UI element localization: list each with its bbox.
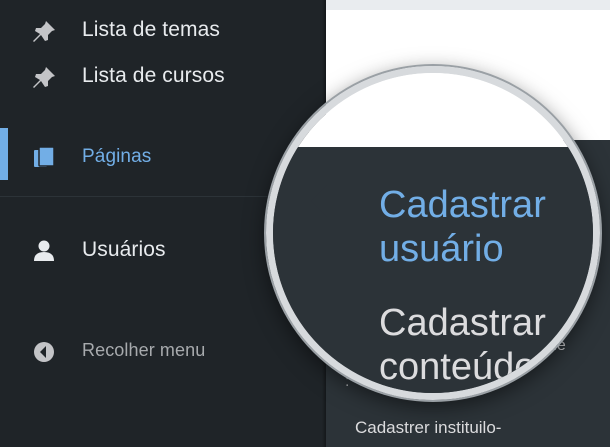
users-icon: [30, 237, 58, 265]
sidebar-item-label: Usuários: [82, 238, 166, 261]
magnified-submenu-pointer: [311, 185, 327, 217]
magnifier-lens: Cadastrar usuário Cadastrar conteúdo: [266, 66, 600, 400]
content-top-edge: [326, 0, 610, 10]
submenu-item-cadastrar-conteudo[interactable]: Cadastrar conteúdo: [379, 301, 579, 389]
sidebar-item-label: Lista de cursos: [82, 64, 225, 87]
magnified-content-area: [273, 73, 593, 147]
pin-icon: [30, 64, 58, 92]
pin-icon: [30, 18, 58, 46]
pages-icon: [30, 144, 58, 172]
collapse-icon: [30, 338, 58, 366]
submenu-item-cadastrar-usuario[interactable]: Cadastrar usuário: [379, 183, 569, 271]
sidebar-item-label: Páginas: [82, 146, 152, 167]
sidebar-item-label: Lista de temas: [82, 18, 220, 41]
submenu-item-cadastrer-instituilo[interactable]: Cadastrer instituilo-: [355, 418, 501, 438]
sidebar-item-lista-de-temas[interactable]: Lista de temas: [0, 12, 326, 52]
sidebar-item-label: Recolher menu: [82, 340, 206, 360]
